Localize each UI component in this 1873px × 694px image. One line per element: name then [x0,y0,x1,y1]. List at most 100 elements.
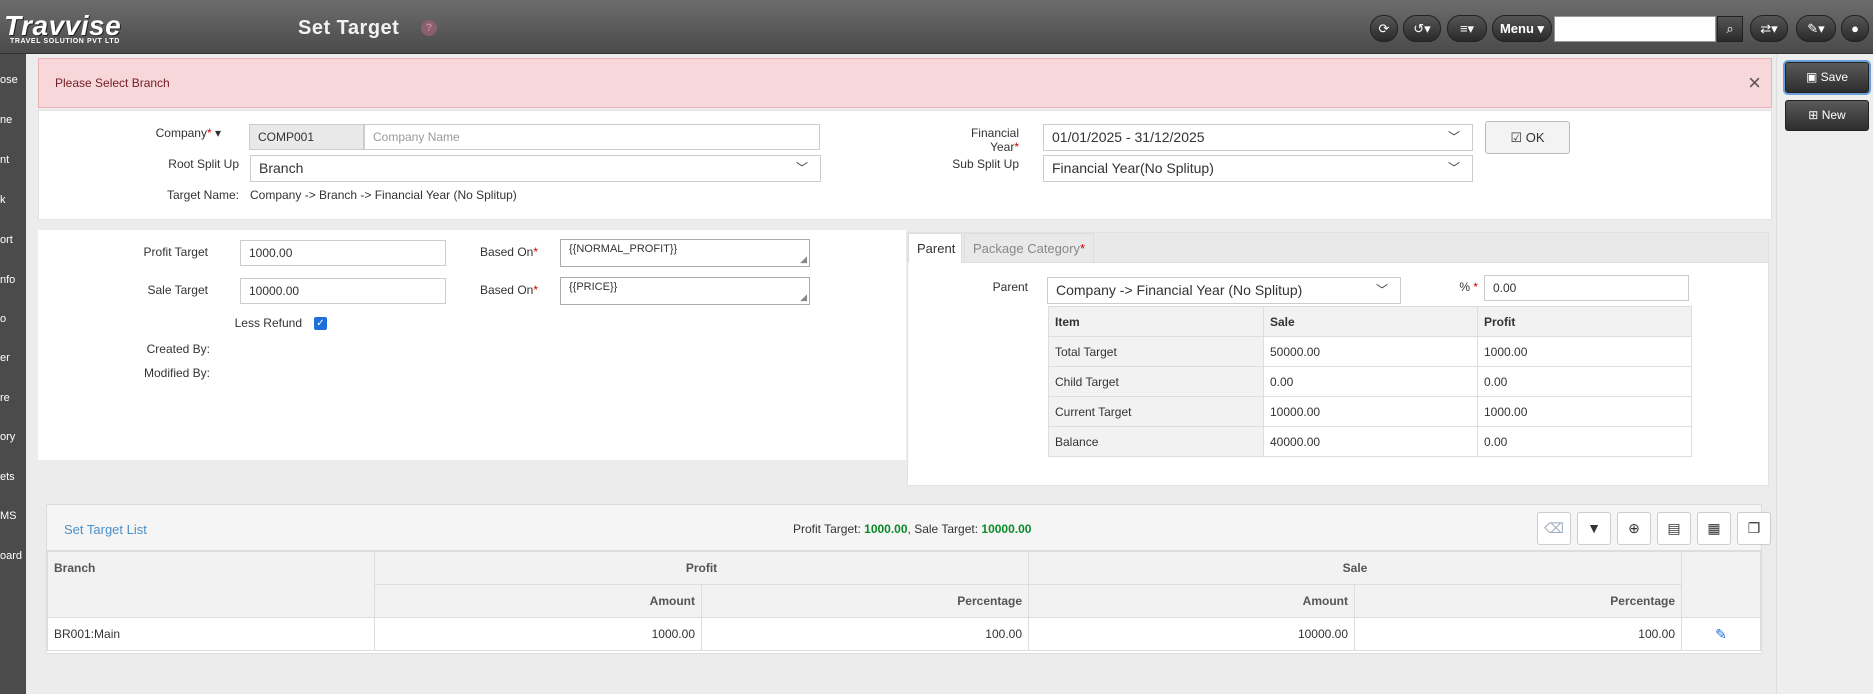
sidebar-item[interactable]: nt [0,154,26,166]
search-input[interactable] [1554,16,1716,42]
table-row[interactable]: BR001:Main 1000.00 100.00 10000.00 100.0… [47,617,1761,651]
checkbox-icon: ☑ [1510,130,1526,145]
page-title: Set Target [298,17,400,39]
col-branch: Branch [47,551,375,585]
target-form-card: Company* ▾ COMP001 Company Name Root Spl… [38,110,1772,220]
eraser-button[interactable]: ⌫ [1537,512,1571,545]
list-title[interactable]: Set Target List [64,522,147,537]
zoom-icon: ⊕ [1628,520,1640,536]
theme-button[interactable]: ✎▾ [1796,15,1836,42]
set-target-list: Set Target List Profit Target: 1000.00, … [46,504,1771,654]
search-button[interactable]: ⌕ [1717,16,1743,42]
table-header: Profit [1477,306,1692,337]
table-row: Child Target 0.00 0.00 [1048,366,1692,397]
sidebar-item[interactable]: er [0,352,26,364]
sidebar-item[interactable]: MS [0,510,26,522]
sale-based-on-field[interactable]: {{PRICE}} ◢ [560,277,810,305]
edit-icon: ✎ [1715,625,1727,642]
history-icon: ↺▾ [1413,21,1431,36]
sidebar-item[interactable]: nfo [0,274,26,286]
sidebar-item[interactable]: ets [0,471,26,483]
close-icon[interactable]: × [1748,59,1761,107]
right-action-panel: ▣ Save ⊞ New [1776,54,1873,694]
col-sale: Sale [1028,551,1682,585]
refresh-icon: ⟳ [1378,21,1390,36]
sidebar-item[interactable]: re [0,392,26,404]
new-button[interactable]: ⊞ New [1785,100,1869,131]
app-logo-subtitle: TRAVEL SOLUTION PVT LTD [10,38,120,45]
refresh-button[interactable]: ⟳ [1370,15,1398,42]
save-button[interactable]: ▣ Save [1785,62,1869,93]
search-icon: ⌕ [1726,21,1734,36]
list-header: Set Target List Profit Target: 1000.00, … [47,505,1771,551]
filter-button[interactable]: ▼ [1577,512,1611,545]
sidebar-item[interactable]: ort [0,234,26,246]
col-sale-amount: Amount [1028,584,1355,618]
root-split-select[interactable]: Branch ﹀ [250,155,821,182]
alert-banner: Please Select Branch × [38,58,1772,108]
sale-target-field[interactable]: 10000.00 [240,278,446,304]
brush-icon: ✎▾ [1807,21,1825,36]
sale-target-label: Sale Target [147,283,209,297]
csv-button[interactable]: ▦ [1697,512,1731,545]
csv-icon: ▦ [1707,520,1721,536]
translate-icon: ⇄▾ [1760,21,1778,36]
sidebar-item[interactable]: oard [0,550,26,562]
company-label: Company* ▾ [155,126,221,140]
percent-field[interactable]: 0.00 [1484,275,1689,301]
user-button[interactable]: ● [1841,15,1869,42]
details-card: Profit Target 1000.00 Sale Target 10000.… [38,230,906,460]
alert-message: Please Select Branch [55,76,170,90]
percent-label: % * [1459,280,1478,294]
table-row: Balance 40000.00 0.00 [1048,426,1692,457]
set-target-table: Branch Profit Sale Amount Percentage Amo… [47,551,1761,651]
copy-button[interactable]: ❐ [1737,512,1771,545]
sidebar-item[interactable]: ory [0,431,26,443]
company-code-field[interactable]: COMP001 [249,124,364,150]
tab-bar: Parent Package Category* [908,233,1768,263]
sidebar-item[interactable]: k [0,194,26,206]
history-button[interactable]: ↺▾ [1403,15,1441,42]
parent-label: Parent [992,280,1028,294]
save-icon: ▣ [1805,70,1821,84]
chevron-down-icon: ﹀ [1375,283,1388,297]
translate-button[interactable]: ⇄▾ [1750,15,1788,42]
profit-target-label: Profit Target [143,245,208,259]
financial-year-label: Financial Year* [970,126,1019,154]
menu-button[interactable]: Menu ▾ [1492,15,1552,42]
tab-parent[interactable]: Parent [908,233,962,263]
company-name-field[interactable]: Company Name [364,124,820,150]
profit-target-field[interactable]: 1000.00 [240,240,446,266]
zoom-button[interactable]: ⊕ [1617,512,1651,545]
table-row: Current Target 10000.00 1000.00 [1048,396,1692,427]
list-menu-button[interactable]: ≡▾ [1447,15,1487,42]
table-header: Item [1048,306,1264,337]
profit-based-on-field[interactable]: {{NORMAL_PROFIT}} ◢ [560,239,810,267]
financial-year-select[interactable]: 01/01/2025 - 31/12/2025 ﹀ [1043,124,1473,151]
main-content: Please Select Branch × Company* ▾ COMP00… [26,54,1776,694]
table-header: Sale [1263,306,1478,337]
top-bar: Travvise TRAVEL SOLUTION PVT LTD Set Tar… [0,0,1873,54]
col-profit-percentage: Percentage [701,584,1029,618]
col-sale-percentage: Percentage [1354,584,1682,618]
sub-split-select[interactable]: Financial Year(No Splitup) ﹀ [1043,155,1473,182]
sidebar-item[interactable]: o [0,313,26,325]
parent-select[interactable]: Company -> Financial Year (No Splitup) ﹀ [1047,277,1401,304]
target-summary-table: Item Sale Profit Total Target 50000.00 1… [1048,306,1692,457]
pdf-button[interactable]: ▤ [1657,512,1691,545]
less-refund-checkbox[interactable]: ✓ [314,317,327,330]
tab-package-category[interactable]: Package Category* [964,233,1094,263]
sale-based-on-label: Based On* [479,283,538,297]
help-icon[interactable]: ? [421,20,437,36]
plus-icon: ⊞ [1808,108,1822,122]
col-profit-amount: Amount [374,584,702,618]
eraser-icon: ⌫ [1544,520,1564,536]
filter-icon: ▼ [1587,520,1601,536]
col-profit: Profit [374,551,1029,585]
sidebar-item[interactable]: ose [0,74,26,86]
table-row: Total Target 50000.00 1000.00 [1048,336,1692,367]
sidebar-item[interactable]: ne [0,114,26,126]
edit-button[interactable]: ✎ [1681,617,1761,651]
ok-button[interactable]: ☑ OK [1485,121,1570,154]
target-name-value: Company -> Branch -> Financial Year (No … [250,188,517,202]
